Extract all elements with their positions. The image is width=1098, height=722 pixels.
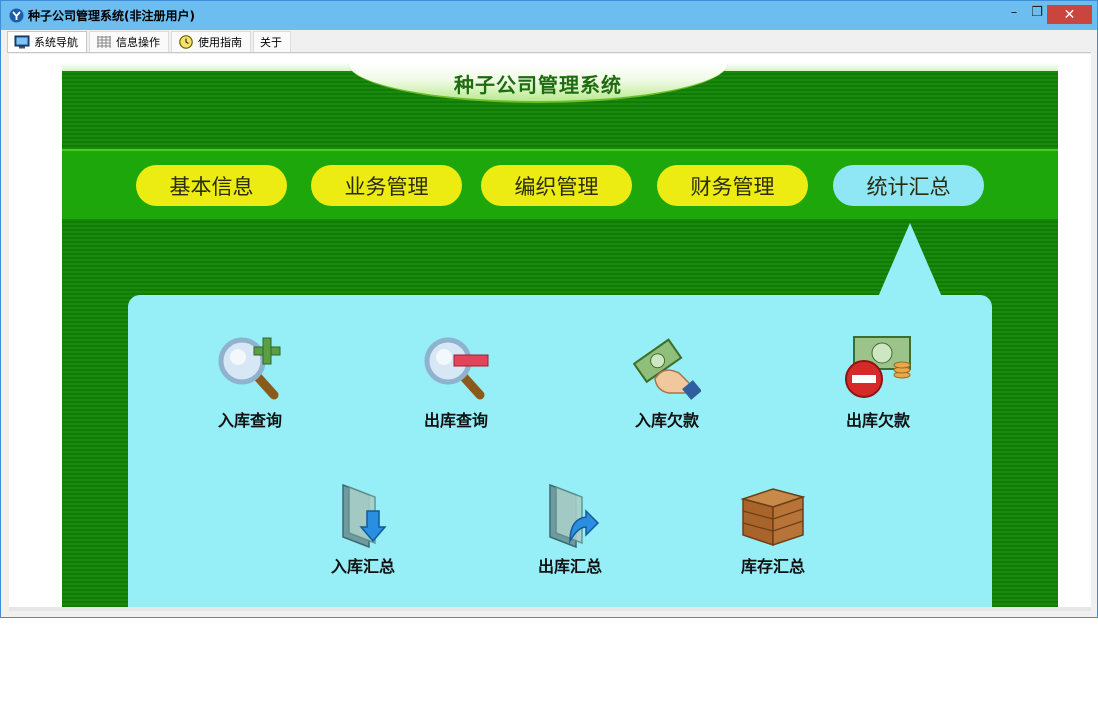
hand-money-icon — [633, 338, 701, 400]
tile-outbound-query[interactable]: 出库查询 — [394, 335, 514, 435]
tile-outbound-summary[interactable]: 出库汇总 — [508, 481, 628, 581]
tile-inbound-debt[interactable]: 入库欠款 — [605, 335, 725, 435]
magnifier-plus-icon — [218, 337, 281, 400]
tile-label: 入库汇总 — [330, 557, 395, 576]
nav-weaving-mgmt[interactable]: 编织管理 — [481, 165, 632, 206]
tile-label: 出库欠款 — [845, 411, 910, 430]
tab-system-nav[interactable]: 系统导航 — [7, 31, 87, 52]
crate-icon — [740, 488, 806, 547]
close-button[interactable]: ✕ — [1047, 5, 1092, 24]
tab-label: 信息操作 — [116, 36, 160, 49]
main-nav: 基本信息 业务管理 编织管理 财务管理 统计汇总 — [62, 149, 1058, 221]
status-bar — [9, 607, 1091, 611]
app-window: 种子公司管理系统(非注册用户) – ❐ ✕ 系统导航 信息操作 使用指南 关于 … — [0, 0, 1098, 618]
tab-label: 关于 — [260, 36, 282, 49]
system-title-banner: 种子公司管理系统 — [348, 63, 728, 103]
title-bar[interactable]: 种子公司管理系统(非注册用户) – ❐ ✕ — [1, 1, 1097, 30]
active-tab-pointer — [878, 223, 942, 297]
tab-label: 系统导航 — [34, 36, 78, 49]
tab-divider — [7, 52, 1091, 53]
tile-label: 出库查询 — [423, 411, 488, 430]
system-title: 种子公司管理系统 — [454, 73, 622, 97]
tile-label: 出库汇总 — [537, 557, 602, 576]
nav-statistics[interactable]: 统计汇总 — [833, 165, 984, 206]
window-title: 种子公司管理系统(非注册用户) — [28, 9, 195, 23]
tab-about[interactable]: 关于 — [253, 31, 291, 52]
folder-down-icon — [342, 483, 387, 549]
tile-label: 入库欠款 — [634, 411, 699, 430]
tile-label: 库存汇总 — [740, 557, 805, 576]
folder-out-icon — [549, 483, 600, 549]
nav-business-mgmt[interactable]: 业务管理 — [311, 165, 462, 206]
nav-finance-mgmt[interactable]: 财务管理 — [657, 165, 808, 206]
tile-inbound-query[interactable]: 入库查询 — [188, 335, 308, 435]
minimize-button[interactable]: – — [1001, 1, 1027, 23]
app-icon — [9, 8, 24, 23]
statistics-content: 入库查询 出库查询 入库欠款 出库欠款 入库汇总 出库汇总 库存汇总 — [128, 295, 992, 607]
tile-inbound-summary[interactable]: 入库汇总 — [301, 481, 421, 581]
magnifier-minus-icon — [424, 337, 489, 400]
monitor-icon — [14, 35, 30, 49]
clock-icon — [179, 35, 193, 49]
tab-bar: 系统导航 信息操作 使用指南 关于 — [7, 31, 291, 53]
nav-basic-info[interactable]: 基本信息 — [136, 165, 287, 206]
grid-icon — [97, 36, 111, 48]
tile-label: 入库查询 — [217, 411, 282, 430]
tab-user-guide[interactable]: 使用指南 — [171, 31, 251, 52]
tab-info-ops[interactable]: 信息操作 — [89, 31, 169, 52]
money-minus-icon — [845, 336, 911, 398]
tab-label: 使用指南 — [198, 36, 242, 49]
maximize-button[interactable]: ❐ — [1027, 1, 1047, 23]
tile-inventory-summary[interactable]: 库存汇总 — [711, 481, 831, 581]
tile-outbound-debt[interactable]: 出库欠款 — [816, 335, 936, 435]
navigation-panel: 种子公司管理系统 基本信息 业务管理 编织管理 财务管理 统计汇总 入库查询 出… — [62, 63, 1058, 607]
